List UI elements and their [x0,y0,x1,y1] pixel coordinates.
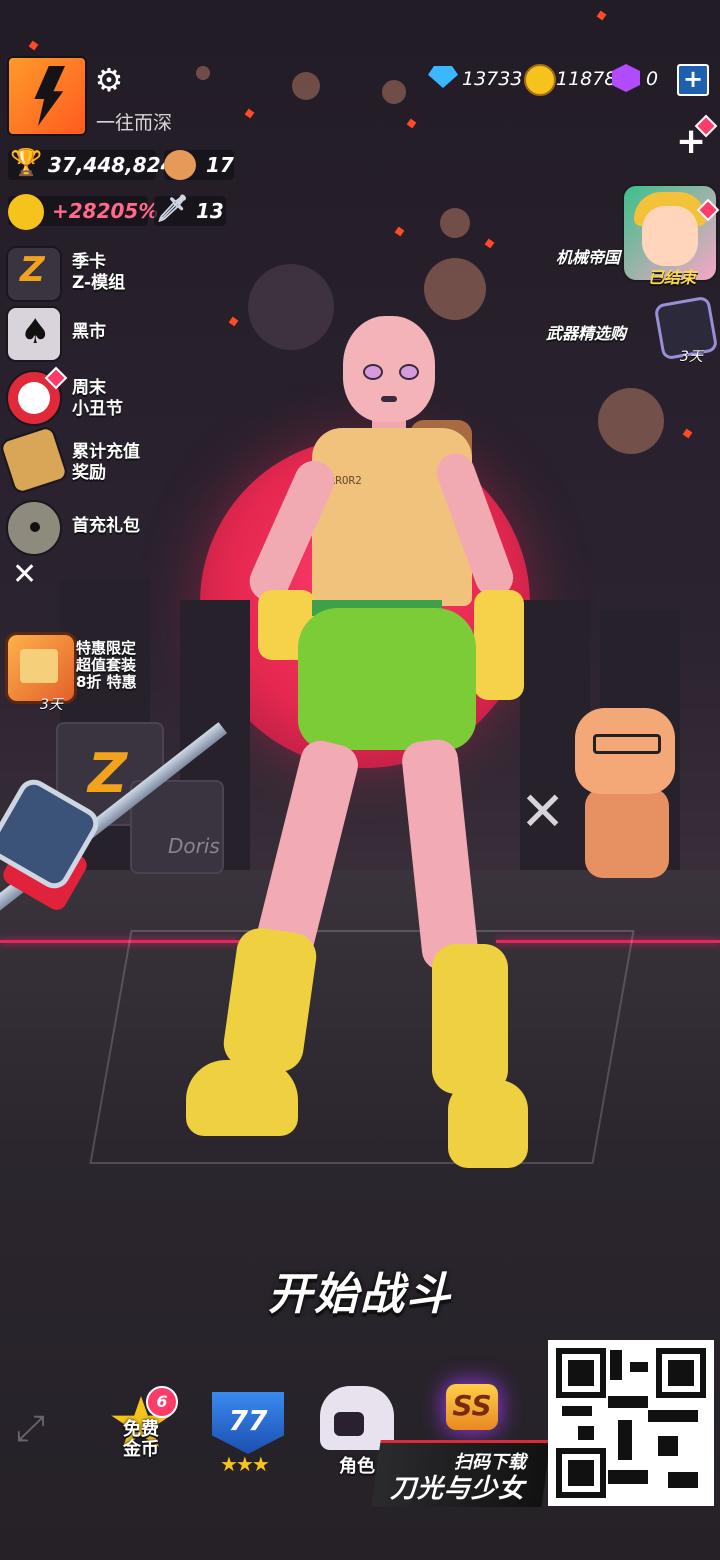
qr-module [578,1426,594,1440]
character-eye [399,364,419,380]
star-rating-icon: ★★★ [220,1452,270,1476]
black-market-icon: ♠ [6,306,62,362]
menu-recharge-reward[interactable]: 累计充值 奖励 [0,424,166,496]
qr-module [668,1472,698,1488]
coin-count: 11878 [556,68,617,90]
trophy-icon: 🏆 [10,148,43,178]
bear-body [585,788,669,878]
stage-marking [89,930,635,1164]
x-mark: ✕ [520,780,566,843]
promo-days: 3天 [40,697,63,713]
spade-icon: ♠ [20,312,51,352]
expand-icon[interactable]: ⤢ [16,1410,54,1448]
menu-label: 累计充值 奖励 [72,442,140,483]
bokeh-light [598,388,664,454]
gear-icon[interactable]: ⚙ [93,64,125,96]
sword-stat: 🗡 13 [154,194,226,226]
qr-module [562,1406,592,1416]
character-boot [432,944,508,1094]
first-charge-icon [6,500,62,556]
qr-module [618,1420,632,1460]
menu-label: 周末 小丑节 [72,378,123,419]
player-nickname: 一往而深 [96,112,173,134]
menu-label: 首充礼包 [72,516,140,536]
bear-companion [575,708,685,878]
player-avatar[interactable] [7,56,87,136]
gem-count: 13733 [462,68,523,90]
ranking-bonus: +28205% [52,199,159,223]
close-icon[interactable]: ✕ [12,560,37,590]
sale-tag-icon [0,424,70,496]
eye-dot [30,522,40,532]
bokeh-light [196,66,210,80]
bear-stat: 17 [164,150,234,180]
qr-finder [568,1460,594,1486]
character-face [642,206,698,266]
bear-face-icon [164,150,196,180]
menu-label: 季卡 Z-模组 [72,252,126,293]
character-boot [186,1060,298,1136]
bokeh-light [424,258,486,320]
smiley-icon [8,194,44,230]
qr-module [608,1470,648,1484]
role-visor [334,1412,364,1436]
z-logo: Z [20,250,45,290]
qr-finder [668,1360,694,1386]
bokeh-light [292,72,320,100]
weapon-select-days: 3天 [680,349,703,365]
sword-icon: 🗡 [156,194,190,224]
scroll-icon [20,649,58,683]
gem-icon [428,66,458,88]
trophy-value: 37,448,824 [48,153,175,177]
crate-label: Doris [168,834,220,858]
coin-icon [524,64,556,96]
trophy-stat: 🏆 37,448,824 [8,148,175,180]
qr-finder [568,1360,594,1386]
qr-module [608,1396,648,1408]
qr-module [630,1362,648,1372]
bokeh-light [440,208,470,238]
level-button[interactable]: 77 ★★★ [206,1382,288,1478]
free-coins-button[interactable]: 6 免费 金币 [100,1382,182,1478]
promo-label[interactable]: 特惠限定 超值套装 8折 特惠 [76,640,137,691]
menu-first-charge[interactable]: 首充礼包 [6,500,166,556]
season-pass-icon: Z [6,246,62,302]
character-shorts [298,608,476,750]
qr-code [548,1340,714,1506]
menu-black-market[interactable]: ♠ 黑市 [6,306,166,362]
sword-count: 13 [196,199,224,223]
lightning-bolt-icon [34,66,65,126]
z-logo: Z [88,742,128,805]
bokeh-light [248,264,334,350]
qr-module [658,1436,678,1456]
clown-face [18,382,50,414]
currency-bar: 13733 11878 0 [428,60,718,98]
character-eye [363,364,383,380]
weapon-select-title[interactable]: 武器精选购 [546,320,626,344]
qr-module [610,1350,622,1380]
qr-module [648,1410,698,1422]
bokeh-light [382,80,406,104]
bear-glasses [593,734,661,754]
add-currency-button[interactable]: + [677,64,709,96]
character-mouth [381,396,397,402]
banner-title: 刀光与少女 [390,1474,526,1504]
menu-season-pass[interactable]: Z 季卡 Z-模组 [6,246,166,302]
character-glove [474,590,524,700]
free-coins-badge: 6 [146,1386,178,1418]
free-coins-label: 免费 金币 [123,1419,159,1460]
cube-count: 0 [646,68,659,90]
player-level: 77 [228,1404,268,1437]
start-battle-button[interactable]: 开始战斗 [0,1258,720,1322]
mech-empire-title[interactable]: 机械帝国 [556,244,620,268]
mech-empire-status: 已结束 [648,268,697,287]
ranking-stat: +28205% [8,194,158,230]
bear-head [575,708,675,794]
character-head [343,316,435,422]
menu-clown-festival[interactable]: 周末 小丑节 [6,366,166,426]
bear-count: 17 [206,153,234,177]
ss-rank-badge[interactable]: SS [446,1384,498,1430]
menu-label: 黑市 [72,322,106,342]
character-boot [448,1080,528,1168]
